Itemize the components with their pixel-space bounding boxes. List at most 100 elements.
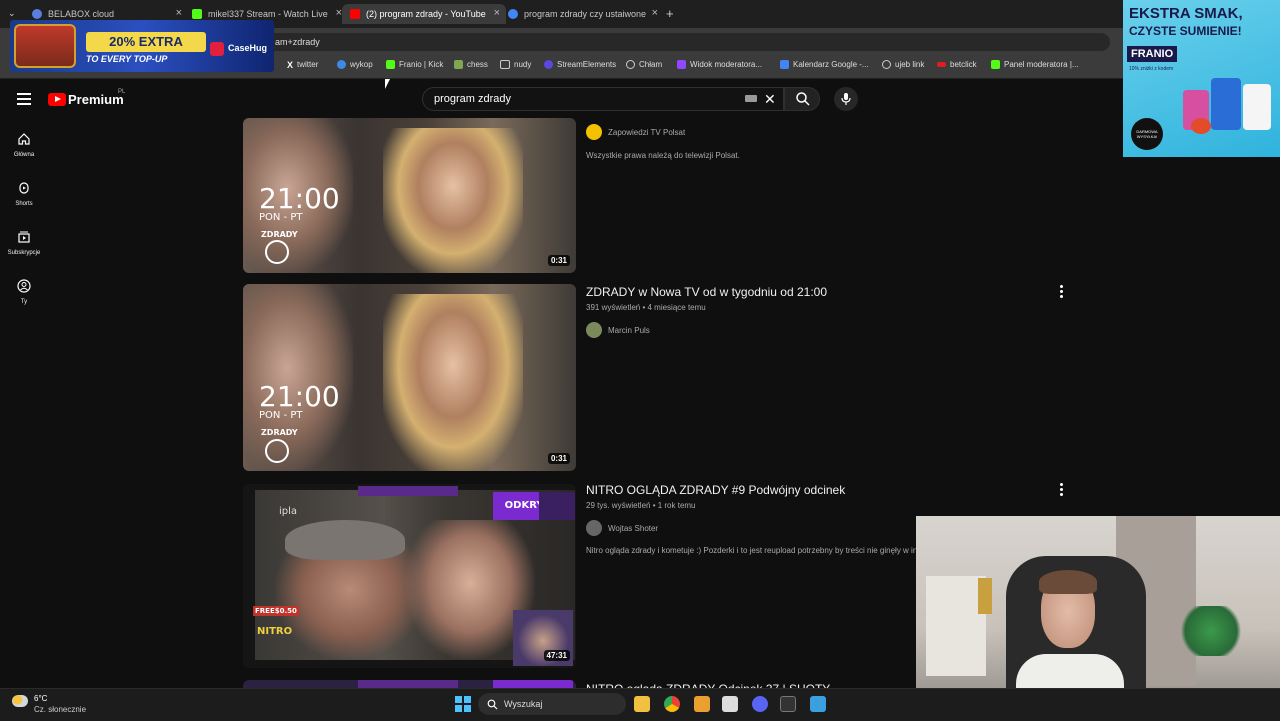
- bookmark-twitter[interactable]: Xtwitter: [287, 60, 318, 70]
- bookmark-panel-moderatora[interactable]: Panel moderatora |...: [991, 60, 1079, 69]
- thumbnail-face-left: [243, 284, 353, 471]
- bookmark-label: nudy: [514, 60, 532, 69]
- sidebar-item-label: Shorts: [15, 201, 33, 207]
- weather-desc[interactable]: Cz. słonecznie: [34, 705, 86, 714]
- sidebar-item-label: Ty: [20, 299, 28, 305]
- bookmark-streamelements[interactable]: StreamElements: [544, 60, 616, 69]
- ad-brand: FRANIO: [1127, 46, 1178, 62]
- bookmark-ujeb-link[interactable]: ujeb link: [882, 60, 924, 69]
- overlay-ipla: ipla: [279, 506, 298, 517]
- bookmark-label: betclick: [950, 60, 977, 69]
- overlay-days: PON - PT: [259, 212, 303, 223]
- treasure-chest-icon: [14, 24, 76, 68]
- duration-badge: 0:31: [547, 453, 570, 464]
- bookmark-label: Widok moderatora...: [690, 60, 763, 69]
- bookmark-franio-kick[interactable]: Franio | Kick: [386, 60, 443, 69]
- search-button[interactable]: [784, 87, 820, 111]
- badge-text: DARMOWA WYSYŁKA!: [1136, 129, 1158, 139]
- video-title[interactable]: NITRO ogląda ZDRADY Odcinek 37 | SHOTY: [586, 681, 830, 688]
- channel-name: Zapowiedzi TV Polsat: [608, 127, 686, 137]
- franio-ad-banner: EKSTRA SMAK, CZYSTE SUMIENIE! FRANIO 10%…: [1123, 0, 1280, 157]
- tab-google[interactable]: program zdrady czy ustaiwone ×: [500, 4, 664, 24]
- channel-link[interactable]: Zapowiedzi TV Polsat: [586, 124, 685, 140]
- terminal-icon[interactable]: [780, 696, 796, 712]
- youtube-logo-icon[interactable]: [48, 93, 66, 106]
- snipping-tool-icon[interactable]: [722, 696, 738, 712]
- bookmark-chess[interactable]: chess: [454, 60, 488, 69]
- menu-hamburger-icon[interactable]: [17, 93, 31, 108]
- sidebar-item-home[interactable]: Główna: [0, 132, 48, 158]
- bookmark-label: StreamElements: [557, 60, 617, 69]
- search-input[interactable]: program zdrady: [434, 93, 511, 105]
- channel-link[interactable]: Wojtas Shoter: [586, 520, 658, 536]
- bookmark-nudy[interactable]: nudy: [500, 60, 531, 69]
- taskbar-search-box[interactable]: [478, 693, 626, 715]
- address-bar[interactable]: am+zdrady: [150, 33, 1110, 51]
- address-text: am+zdrady: [275, 37, 320, 47]
- more-options-icon[interactable]: [1060, 483, 1064, 498]
- overlay-brand: ZDRADY: [261, 230, 298, 239]
- chrome-icon[interactable]: [664, 696, 680, 712]
- channel-avatar: [586, 322, 602, 338]
- casehug-ad-banner: 20% EXTRA TO EVERY TOP-UP CaseHug: [10, 20, 274, 72]
- channel-link[interactable]: Marcin Puls: [586, 322, 650, 338]
- bookmark-betclick[interactable]: betclick: [937, 60, 977, 69]
- weather-temp[interactable]: 6°C: [34, 694, 47, 703]
- tab-label: program zdrady czy ustaiwone: [524, 9, 647, 19]
- clear-search-icon[interactable]: ✕: [764, 91, 776, 108]
- webcam-person-hair: [1039, 570, 1097, 594]
- sidebar-item-subscriptions[interactable]: Subskrypcje: [0, 230, 48, 256]
- bookmark-label: Panel moderatora |...: [1004, 60, 1079, 69]
- discord-icon[interactable]: [752, 696, 768, 712]
- tab-close-icon[interactable]: ×: [652, 7, 658, 19]
- globe-icon: [626, 60, 635, 69]
- belabox-favicon-icon: [32, 9, 42, 19]
- tab-youtube[interactable]: (2) program zdrady - YouTube ×: [342, 4, 506, 24]
- sidebar-item-shorts[interactable]: Shorts: [0, 181, 48, 207]
- microphone-icon: [841, 93, 851, 105]
- shorts-icon: [19, 182, 29, 194]
- webcam-plants: [1176, 606, 1246, 656]
- tab-list-chevron-icon[interactable]: ⌄: [8, 8, 16, 19]
- stream-bar: [358, 486, 458, 496]
- overlay-time: 21:00: [259, 182, 340, 215]
- promo-strip: [493, 680, 573, 688]
- video-thumbnail[interactable]: [243, 680, 576, 688]
- bookmark-label: Chłam: [639, 60, 663, 69]
- stream-bar: [358, 680, 458, 688]
- tab-close-icon[interactable]: ×: [176, 7, 182, 19]
- bookmark-kalendarz[interactable]: Kalendarz Google -...: [780, 60, 869, 69]
- app-icon[interactable]: [694, 696, 710, 712]
- voice-search-button[interactable]: [834, 87, 858, 111]
- video-thumbnail[interactable]: 21:00 PON - PT ZDRADY 0:31: [243, 118, 576, 273]
- bookmark-chlam[interactable]: Chłam: [626, 60, 662, 69]
- video-title[interactable]: NITRO OGLĄDA ZDRADY #9 Podwójny odcinek: [586, 483, 845, 497]
- keyboard-icon[interactable]: [745, 95, 757, 102]
- taskbar-search-label[interactable]: Wyszukaj: [504, 699, 542, 709]
- video-title[interactable]: ZDRADY w Nowa TV od w tygodniu od 21:00: [586, 285, 827, 299]
- windows-start-icon[interactable]: [455, 696, 471, 712]
- bookmark-wykop[interactable]: wykop: [337, 60, 373, 69]
- file-explorer-icon[interactable]: [634, 696, 650, 712]
- tab-label: (2) program zdrady - YouTube: [366, 9, 486, 19]
- notepad-icon[interactable]: [810, 696, 826, 712]
- more-options-icon[interactable]: [1060, 285, 1064, 300]
- video-thumbnail[interactable]: ipla ODKRYJ FREE$0.50 NITRO 47:31: [243, 484, 576, 668]
- globe-icon: [882, 60, 891, 69]
- youtube-premium-label[interactable]: Premium: [68, 92, 124, 107]
- bookmark-label: chess: [467, 60, 488, 69]
- weather-icon[interactable]: [12, 695, 28, 707]
- video-thumbnail[interactable]: 21:00 PON - PT ZDRADY 0:31: [243, 284, 576, 471]
- video-meta: 29 tys. wyświetleń • 1 rok temu: [586, 501, 696, 510]
- new-tab-icon[interactable]: +: [666, 6, 674, 21]
- overlay-free: FREE$0.50: [253, 606, 299, 616]
- bookmark-widok-moderatora[interactable]: Widok moderatora...: [677, 60, 762, 69]
- sidebar-item-you[interactable]: Ty: [0, 279, 48, 305]
- search-icon: [487, 699, 498, 710]
- folder-icon: [500, 60, 510, 69]
- product-cups-icon: [1183, 70, 1275, 140]
- subscriptions-icon: [18, 231, 30, 243]
- zdrady-logo-icon: [265, 240, 289, 264]
- mouse-cursor-icon: [385, 79, 390, 89]
- zdrady-logo-icon: [265, 439, 289, 463]
